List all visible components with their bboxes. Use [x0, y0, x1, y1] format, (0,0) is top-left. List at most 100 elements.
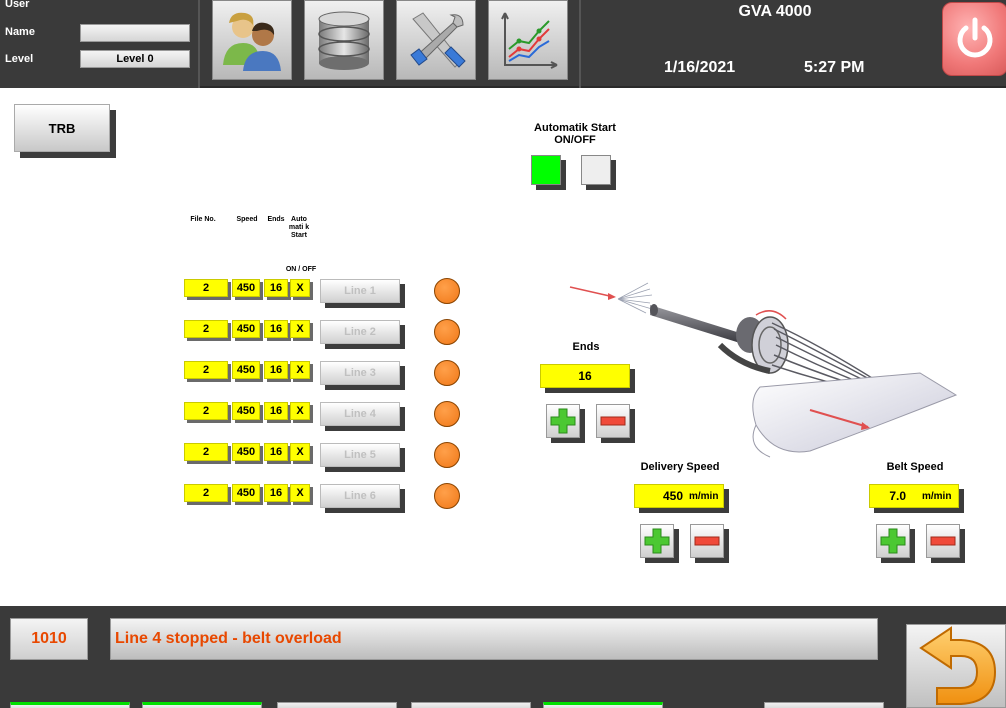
- line-3-button[interactable]: Line 3: [320, 361, 400, 385]
- col-header-on-off: ON / OFF: [285, 266, 317, 273]
- minus-icon: [694, 536, 720, 546]
- line-6-status-indicator: [434, 483, 460, 509]
- file-no-cell[interactable]: 2: [184, 484, 228, 502]
- speed-cell[interactable]: 450: [232, 320, 260, 338]
- speed-cell[interactable]: 450: [232, 361, 260, 379]
- users-button[interactable]: [212, 0, 292, 80]
- ends-cell[interactable]: 16: [264, 402, 288, 420]
- power-icon: [957, 17, 993, 58]
- date-display: 1/16/2021: [664, 59, 736, 76]
- user-label: User: [5, 0, 30, 10]
- hmi-screen: User Name Level Level 0 GVA 4000 1/16/20…: [0, 0, 1006, 708]
- belt-speed-field[interactable]: 7.0 m/min: [869, 484, 959, 508]
- auto-start-cell[interactable]: X: [290, 361, 310, 379]
- database-icon: [318, 11, 370, 70]
- footer-button-3[interactable]: [277, 702, 397, 708]
- plus-icon: [550, 408, 576, 434]
- delivery-speed-value: 450: [662, 489, 683, 503]
- power-button[interactable]: [942, 2, 1006, 76]
- ends-cell[interactable]: 16: [264, 279, 288, 297]
- ends-cell[interactable]: 16: [264, 361, 288, 379]
- belt-speed-unit: m/min: [922, 490, 952, 502]
- auto-start-cell[interactable]: X: [290, 443, 310, 461]
- auto-start-cell[interactable]: X: [290, 402, 310, 420]
- file-no-cell[interactable]: 2: [184, 443, 228, 461]
- file-no-cell[interactable]: 2: [184, 361, 228, 379]
- automatik-on-button[interactable]: [531, 155, 561, 185]
- speed-cell[interactable]: 450: [232, 402, 260, 420]
- col-header-file-no: File No.: [190, 216, 216, 223]
- automatik-start-label: Automatik Start ON/OFF: [520, 122, 630, 146]
- tools-button[interactable]: [396, 0, 476, 80]
- speed-cell[interactable]: 450: [232, 484, 260, 502]
- col-header-speed: Speed: [236, 216, 258, 223]
- users-icon: [223, 12, 281, 71]
- name-label: Name: [5, 26, 35, 38]
- auto-start-cell[interactable]: X: [290, 320, 310, 338]
- col-header-ends: Ends: [267, 216, 285, 223]
- header-bar: User Name Level Level 0 GVA 4000 1/16/20…: [0, 0, 1006, 88]
- level-field[interactable]: Level 0: [80, 50, 190, 68]
- auto-start-cell[interactable]: X: [290, 484, 310, 502]
- automatik-label-line1: Automatik Start: [534, 122, 616, 134]
- ends-value-field[interactable]: 16: [540, 364, 630, 388]
- line-4-button[interactable]: Line 4: [320, 402, 400, 426]
- delivery-speed-field[interactable]: 450 m/min: [634, 484, 724, 508]
- trend-chart-icon: [501, 12, 558, 69]
- speed-cell[interactable]: 450: [232, 279, 260, 297]
- line-2-status-indicator: [434, 319, 460, 345]
- line-1-button[interactable]: Line 1: [320, 279, 400, 303]
- tools-icon: [410, 12, 466, 68]
- minus-icon: [930, 536, 956, 546]
- machine-title: GVA 4000: [738, 3, 812, 20]
- alarm-message: Line 4 stopped - belt overload: [110, 618, 878, 660]
- user-panel: User Name Level Level 0: [0, 0, 200, 88]
- file-no-cell[interactable]: 2: [184, 320, 228, 338]
- delivery-speed-decrease-button[interactable]: [690, 524, 724, 558]
- footer-button-6[interactable]: [764, 702, 884, 708]
- speed-cell[interactable]: 450: [232, 443, 260, 461]
- ends-label: Ends: [572, 341, 600, 353]
- alarm-footer: 1010 Line 4 stopped - belt overload: [0, 606, 1006, 708]
- time-display: 5:27 PM: [804, 59, 865, 76]
- file-no-cell[interactable]: 2: [184, 402, 228, 420]
- line-5-button[interactable]: Line 5: [320, 443, 400, 467]
- delivery-speed-unit: m/min: [689, 490, 719, 502]
- trb-button[interactable]: TRB: [14, 104, 110, 152]
- automatik-off-button[interactable]: [581, 155, 611, 185]
- name-field[interactable]: [80, 24, 190, 42]
- header-separator: [579, 0, 581, 88]
- belt-speed-decrease-button[interactable]: [926, 524, 960, 558]
- footer-button-2[interactable]: [142, 702, 262, 708]
- acknowledge-button[interactable]: [906, 624, 1006, 708]
- ends-decrease-button[interactable]: [596, 404, 630, 438]
- ends-increase-button[interactable]: [546, 404, 580, 438]
- col-header-auto-start: Auto mati k Start: [288, 216, 310, 239]
- footer-button-5[interactable]: [543, 702, 663, 708]
- line-2-button[interactable]: Line 2: [320, 320, 400, 344]
- file-no-cell[interactable]: 2: [184, 279, 228, 297]
- delivery-speed-increase-button[interactable]: [640, 524, 674, 558]
- database-button[interactable]: [304, 0, 384, 80]
- belt-speed-value: 7.0: [889, 489, 906, 503]
- ends-cell[interactable]: 16: [264, 320, 288, 338]
- line-1-status-indicator: [434, 278, 460, 304]
- alarm-code: 1010: [10, 618, 88, 660]
- line-5-status-indicator: [434, 442, 460, 468]
- automatik-label-line2: ON/OFF: [554, 134, 596, 146]
- line-4-status-indicator: [434, 401, 460, 427]
- plus-icon: [880, 528, 906, 554]
- footer-button-1[interactable]: [10, 702, 130, 708]
- auto-start-cell[interactable]: X: [290, 279, 310, 297]
- line-6-button[interactable]: Line 6: [320, 484, 400, 508]
- delivery-speed-label: Delivery Speed: [640, 461, 720, 473]
- plus-icon: [644, 528, 670, 554]
- trend-button[interactable]: [488, 0, 568, 80]
- ends-cell[interactable]: 16: [264, 484, 288, 502]
- minus-icon: [600, 416, 626, 426]
- return-arrow-icon: [919, 626, 997, 705]
- footer-button-4[interactable]: [411, 702, 531, 708]
- belt-speed-increase-button[interactable]: [876, 524, 910, 558]
- ends-cell[interactable]: 16: [264, 443, 288, 461]
- belt-speed-label: Belt Speed: [886, 461, 944, 473]
